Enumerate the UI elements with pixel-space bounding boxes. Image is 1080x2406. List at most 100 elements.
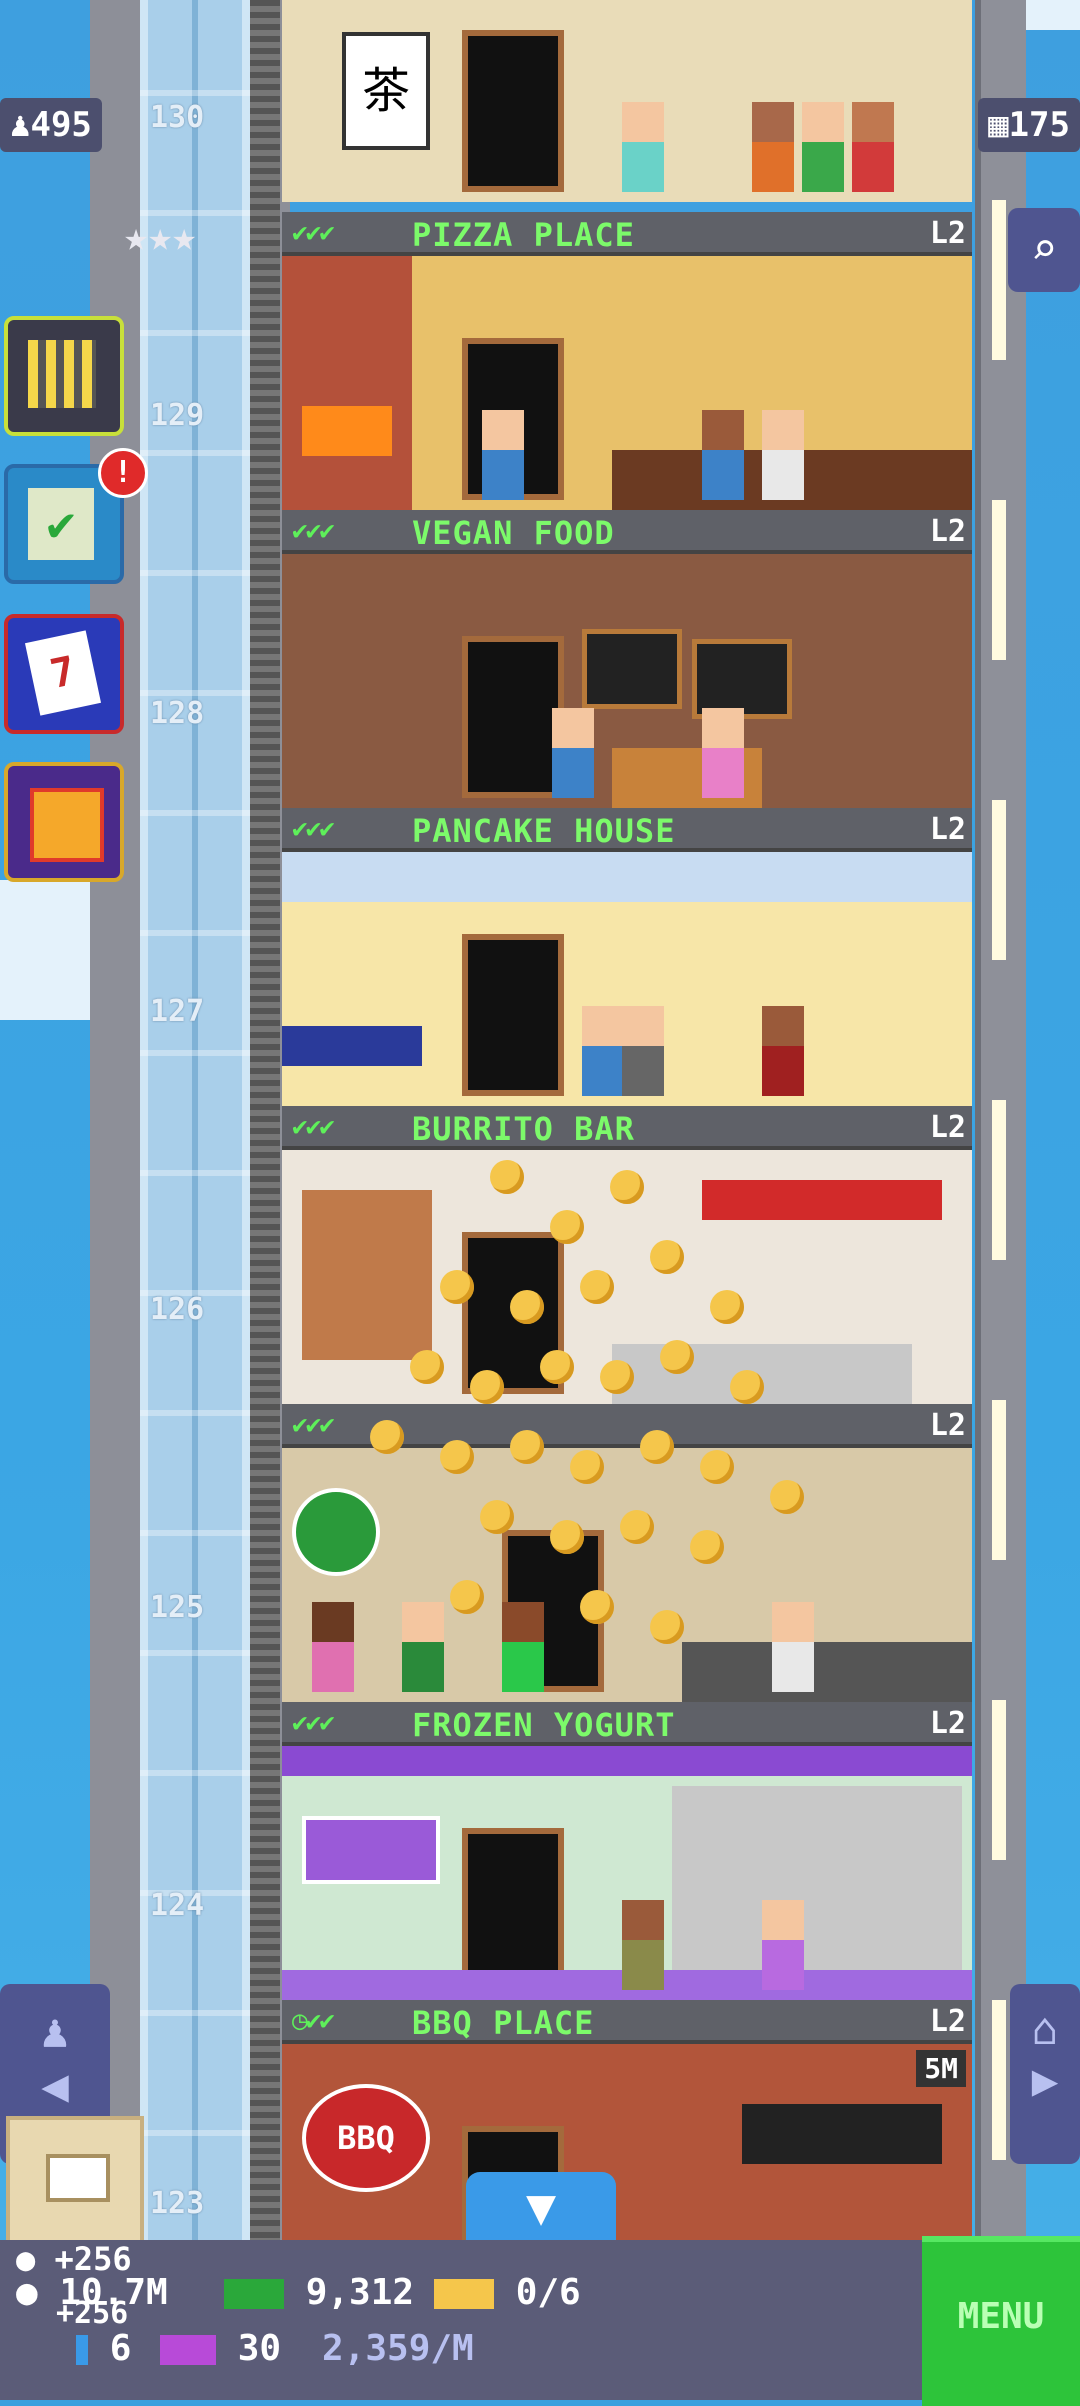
bitizen[interactable] [622, 1006, 664, 1096]
menu-button[interactable]: MENU [922, 2236, 1080, 2406]
floor-count[interactable]: ▦175 [978, 98, 1080, 152]
bitizen[interactable] [482, 410, 524, 500]
floor-127[interactable]: ✔✔✔ PANCAKE HOUSE L2 [282, 808, 972, 1106]
star-rating: ★★★ [124, 214, 197, 260]
floor-name: PANCAKE HOUSE [412, 812, 676, 850]
floor-number: 126 [150, 1292, 205, 1327]
floor-room [282, 256, 972, 510]
floor-level: L2 [929, 1408, 966, 1443]
coin-gain-popup: +256 [56, 2296, 128, 2331]
floor-name: BURRITO BAR [412, 1110, 635, 1148]
bitizen[interactable] [702, 708, 744, 798]
floor-label-bar: ✔✔✔ PANCAKE HOUSE L2 [282, 808, 972, 852]
tickets-value: 0/6 [515, 2272, 581, 2313]
ceiling [282, 1746, 972, 1776]
bottom-hud [0, 2240, 1080, 2400]
floor-label-bar: ✔✔✔ BURRITO BAR L2 [282, 1106, 972, 1150]
brick-wall [282, 256, 412, 510]
alert-badge: ! [98, 448, 148, 498]
vip-icon [160, 2335, 216, 2365]
floor-128[interactable]: ✔✔✔ VEGAN FOOD L2 [282, 510, 972, 808]
cloud [0, 880, 90, 1020]
rail-light [992, 2000, 1006, 2160]
floor-number: 129 [150, 398, 205, 433]
floor-number: 128 [150, 696, 205, 731]
person-icon: ♟ [41, 2004, 69, 2058]
floor-level: L2 [929, 1110, 966, 1145]
counter [282, 1026, 422, 1066]
bitizen[interactable] [762, 1900, 804, 1990]
bitizen[interactable] [702, 410, 744, 500]
lobby-button[interactable]: ⌂ ▶ [1010, 1984, 1080, 2164]
floor-room: 茶 [282, 0, 972, 202]
bitizen[interactable] [762, 410, 804, 500]
floor-level: L2 [929, 514, 966, 549]
menu-board [302, 1816, 440, 1884]
bitizen[interactable] [622, 1900, 664, 1990]
population-counter[interactable]: ♟495 [0, 98, 102, 152]
floor-door [462, 1828, 564, 1990]
bux-icon [224, 2279, 284, 2309]
check-icon: ✔✔✔ [292, 1112, 335, 1142]
rail-light [992, 1400, 1006, 1560]
floor-number: 125 [150, 1590, 205, 1625]
check-icon: ✔✔✔ [292, 218, 335, 248]
search-icon[interactable]: ⌕ [1008, 208, 1080, 292]
scroll-down-button[interactable]: ▼ [466, 2172, 616, 2242]
check-icon: ✔✔✔ [292, 1410, 335, 1440]
bitizen[interactable] [802, 102, 844, 192]
gift-icon [30, 788, 104, 862]
yogurt-machines [672, 1786, 962, 1976]
check-icon: ✔✔✔ [292, 1708, 335, 1738]
bitizens-count[interactable]: 6 [76, 2328, 131, 2369]
floor-door [462, 30, 564, 192]
floor-label-bar: ✔✔✔ FROZEN YOGURT L2 [282, 1702, 972, 1746]
floor-name: PIZZA PLACE [412, 216, 635, 254]
pizza-oven [302, 406, 392, 456]
bitizen[interactable] [552, 708, 594, 798]
floor-number: 124 [150, 1888, 205, 1923]
ceiling [282, 852, 972, 902]
floor-room [282, 1746, 972, 2000]
rail-light [992, 500, 1006, 660]
check-icon: ✔✔✔ [292, 814, 335, 844]
bitizen[interactable] [752, 102, 794, 192]
floor-129[interactable]: ✔✔✔ PIZZA PLACE L2 [282, 212, 972, 510]
bitizen[interactable] [312, 1602, 354, 1692]
gift-button[interactable] [4, 762, 124, 882]
floor-124[interactable]: ✔✔✔ FROZEN YOGURT L2 [282, 1702, 972, 2000]
bux-value: 9,312 [305, 2272, 415, 2313]
chevron-right-icon: ▶ [1031, 2055, 1059, 2106]
missions-button[interactable]: ✔ ! [4, 448, 148, 584]
coin-burst[interactable] [350, 1150, 820, 1670]
floor-room [282, 554, 972, 808]
menu-board [582, 629, 682, 709]
calendar-icon: 7 [24, 630, 102, 716]
floor-level: L2 [929, 812, 966, 847]
vip-count[interactable]: 30 [160, 2328, 281, 2369]
clock-icon: ◷✔✔ [292, 2006, 335, 2036]
bitizen[interactable] [622, 102, 664, 192]
home-icon: ⌂ [1031, 2004, 1059, 2055]
crate-button[interactable] [6, 2116, 144, 2248]
calendar-button[interactable]: 7 [4, 614, 124, 734]
chevron-left-icon: ◀ [41, 2058, 69, 2112]
bux-total[interactable]: 9,312 [224, 2272, 414, 2313]
floor-level: L2 [929, 216, 966, 251]
bitizen[interactable] [762, 1006, 804, 1096]
ticket-icon [434, 2279, 494, 2309]
build-button[interactable] [4, 316, 124, 436]
bitizen[interactable] [582, 1006, 624, 1096]
rail-light [992, 1100, 1006, 1260]
floor-130[interactable]: 茶 [282, 0, 972, 202]
floor-room [282, 852, 972, 1106]
tickets-total[interactable]: 0/6 [434, 2272, 581, 2313]
check-icon: ✔✔✔ [292, 516, 335, 546]
bitizen[interactable] [852, 102, 894, 192]
tea-scroll: 茶 [342, 32, 430, 150]
floors-total-value: 175 [1008, 105, 1070, 145]
floor-name: VEGAN FOOD [412, 514, 615, 552]
menu-board [742, 2104, 942, 2164]
building-icon: ▦ [988, 105, 1009, 145]
person-icon: ♟ [10, 105, 31, 145]
